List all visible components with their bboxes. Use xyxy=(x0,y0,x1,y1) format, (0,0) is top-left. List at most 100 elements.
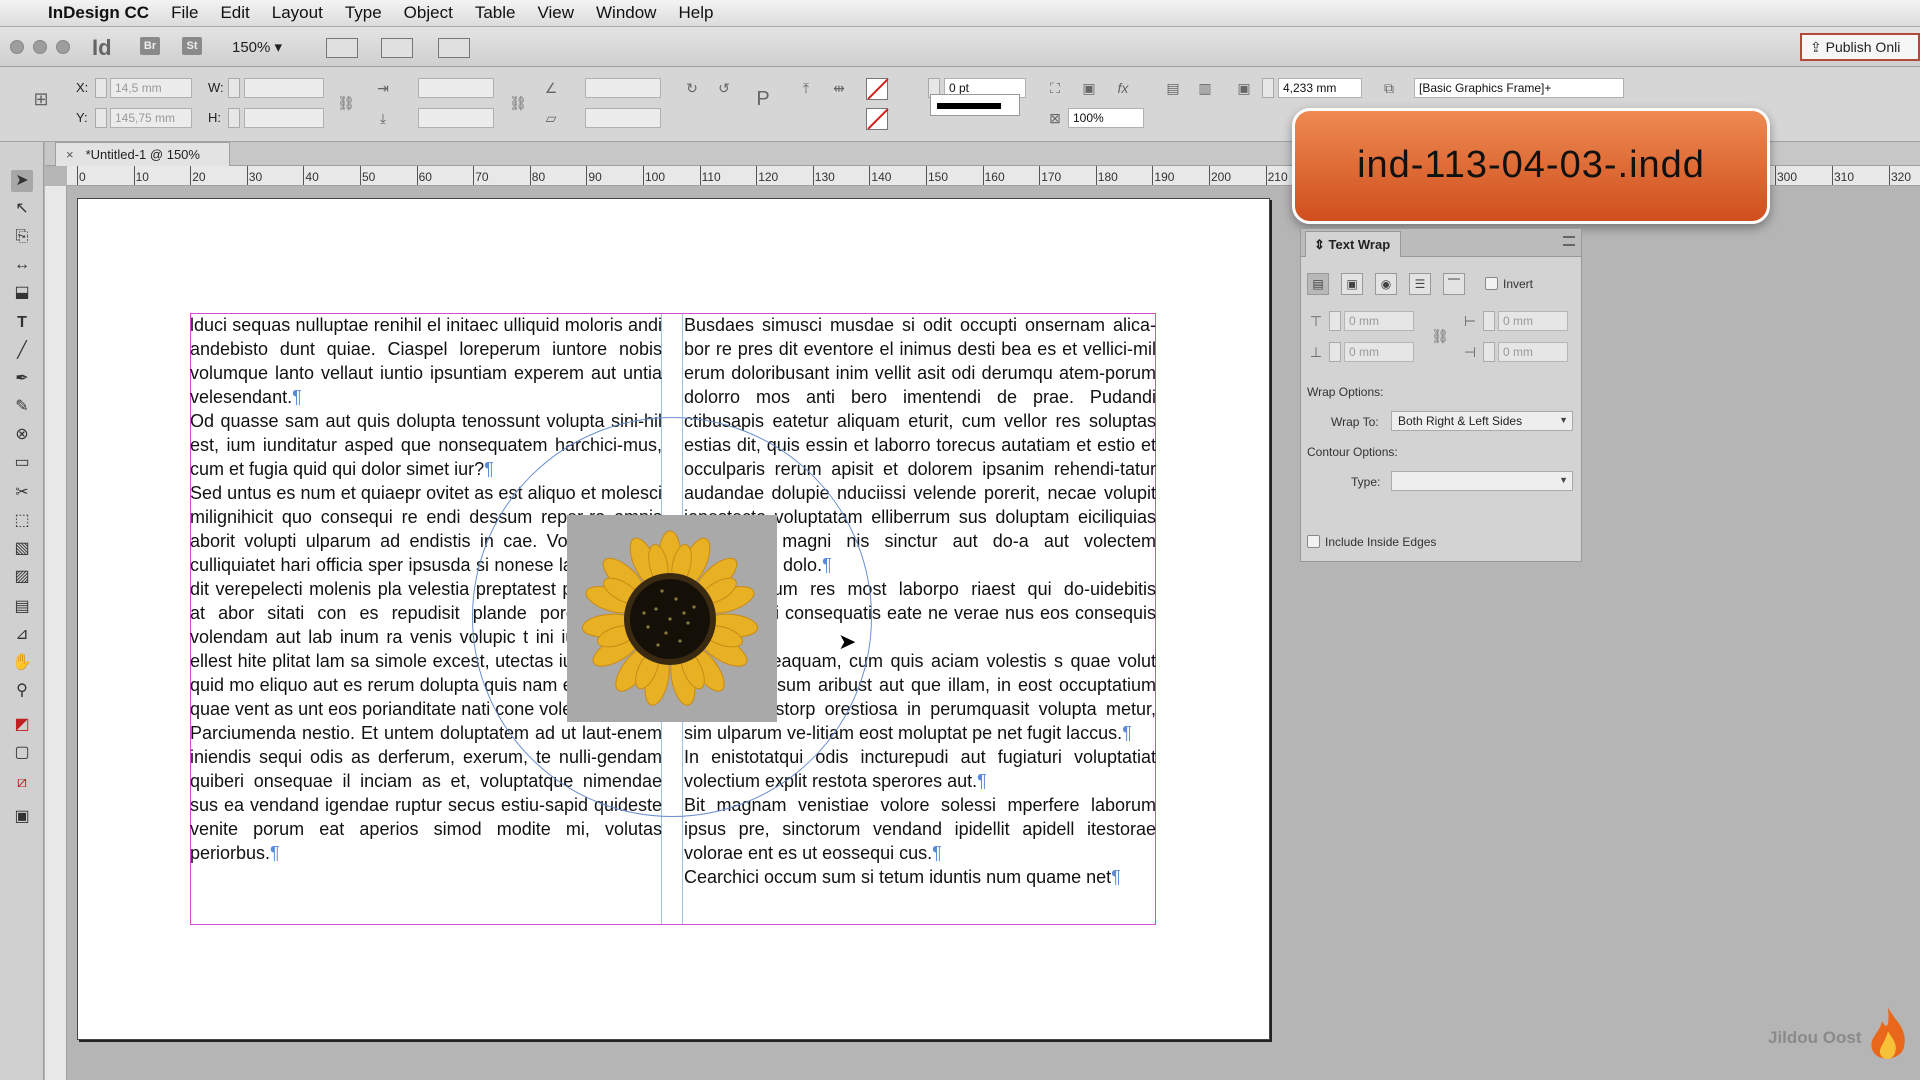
pencil-tool-icon[interactable]: ✎ xyxy=(11,396,33,418)
menu-edit[interactable]: Edit xyxy=(220,3,249,23)
left-offset-stepper[interactable] xyxy=(1483,311,1495,331)
right-offset-stepper[interactable] xyxy=(1483,342,1495,362)
close-window-button[interactable] xyxy=(10,40,24,54)
tab-text-wrap[interactable]: ⇕ Text Wrap xyxy=(1305,231,1401,257)
screen-mode-normal-icon[interactable]: ▣ xyxy=(11,806,33,828)
text-wrap-none-icon[interactable]: ▤ xyxy=(1162,78,1184,98)
fill-stroke-swatch-icon[interactable]: ◩ xyxy=(11,714,33,736)
width-stepper[interactable] xyxy=(228,78,240,98)
frame-fitting-icon[interactable]: ⛶ xyxy=(1044,78,1066,98)
scissors-tool-icon[interactable]: ✂ xyxy=(11,482,33,504)
screen-mode-icon[interactable] xyxy=(381,38,413,58)
arrange-documents-icon[interactable] xyxy=(438,38,470,58)
ruler-tick-label: 310 xyxy=(1831,166,1855,185)
x-position-field[interactable]: 14,5 mm xyxy=(110,78,192,98)
gap-tool-icon[interactable]: ↔ xyxy=(11,254,33,276)
link-scale-icon[interactable]: ⛓ xyxy=(507,93,529,113)
app-name-menu[interactable]: InDesign CC xyxy=(48,3,149,23)
wrap-object-shape-button[interactable]: ◉ xyxy=(1375,273,1397,295)
top-offset-stepper[interactable] xyxy=(1329,311,1341,331)
eyedropper-tool-icon[interactable]: ⊿ xyxy=(11,624,33,646)
rotate-cw-icon[interactable]: ↻ xyxy=(681,78,703,98)
invert-checkbox[interactable] xyxy=(1485,277,1498,290)
type-tool-icon[interactable]: T xyxy=(11,312,33,334)
stroke-type-select[interactable] xyxy=(930,94,1020,116)
left-offset-field[interactable]: 0 mm xyxy=(1498,311,1568,331)
contour-type-select[interactable] xyxy=(1391,471,1573,491)
hand-tool-icon[interactable]: ✋ xyxy=(11,652,33,674)
opacity-field[interactable]: 100% xyxy=(1068,108,1144,128)
gradient-swatch-tool-icon[interactable]: ▧ xyxy=(11,538,33,560)
minimize-window-button[interactable] xyxy=(33,40,47,54)
stock-button[interactable]: St xyxy=(182,37,202,55)
line-tool-icon[interactable]: ╱ xyxy=(11,340,33,362)
scale-x-field[interactable] xyxy=(418,78,494,98)
menu-help[interactable]: Help xyxy=(678,3,713,23)
wrap-to-select[interactable]: Both Right & Left Sides xyxy=(1391,411,1573,431)
select-next-object-icon[interactable]: ⇹ xyxy=(828,78,850,98)
frame-size-field[interactable]: 4,233 mm xyxy=(1278,78,1362,98)
page-tool-icon[interactable]: ⎘ xyxy=(11,226,33,248)
width-field[interactable] xyxy=(244,78,324,98)
scale-y-field[interactable] xyxy=(418,108,494,128)
x-stepper[interactable] xyxy=(95,78,107,98)
apply-none-icon[interactable]: ⧄ xyxy=(11,772,33,794)
publish-online-button[interactable]: ⇪ Publish Onli xyxy=(1800,33,1920,61)
top-offset-field[interactable]: 0 mm xyxy=(1344,311,1414,331)
object-style-select[interactable]: [Basic Graphics Frame]+ xyxy=(1414,78,1624,98)
drop-shadow-icon[interactable]: ▣ xyxy=(1078,78,1100,98)
note-tool-icon[interactable]: ▤ xyxy=(11,596,33,618)
direct-selection-tool-icon[interactable]: ↖ xyxy=(11,198,33,220)
y-position-field[interactable]: 145,75 mm xyxy=(110,108,192,128)
zoom-level-select[interactable]: 150% ▾ xyxy=(232,38,282,56)
menu-object[interactable]: Object xyxy=(404,3,453,23)
bottom-offset-stepper[interactable] xyxy=(1329,342,1341,362)
reference-point-icon[interactable]: ⊞ xyxy=(30,89,52,109)
menu-file[interactable]: File xyxy=(171,3,198,23)
jump-object-button[interactable]: ☰ xyxy=(1409,273,1431,295)
menu-layout[interactable]: Layout xyxy=(272,3,323,23)
wrap-bounding-box-button[interactable]: ▣ xyxy=(1341,273,1363,295)
shear-angle-field[interactable] xyxy=(585,108,661,128)
stroke-swatch[interactable] xyxy=(866,108,888,130)
text-wrap-bounding-icon[interactable]: ▥ xyxy=(1194,78,1216,98)
rectangle-tool-icon[interactable]: ▭ xyxy=(11,452,33,474)
panel-menu-icon[interactable] xyxy=(1563,236,1575,246)
ruler-tick-label: 300 xyxy=(1774,166,1798,185)
bottom-offset-field[interactable]: 0 mm xyxy=(1344,342,1414,362)
w-label: W: xyxy=(208,80,224,95)
constrain-proportions-icon[interactable]: ⛓ xyxy=(335,93,357,113)
close-tab-icon[interactable]: × xyxy=(66,147,74,162)
selection-tool-icon[interactable]: ➤ xyxy=(11,170,33,192)
ellipse-frame-tool-icon[interactable]: ⊗ xyxy=(11,424,33,446)
sunflower-image-frame[interactable] xyxy=(567,515,777,722)
link-offsets-icon[interactable]: ⛓ xyxy=(1429,326,1451,346)
effects-icon[interactable]: fx xyxy=(1112,78,1134,98)
include-inside-edges-checkbox[interactable] xyxy=(1307,535,1320,548)
rotation-angle-field[interactable] xyxy=(585,78,661,98)
pen-tool-icon[interactable]: ✒ xyxy=(11,368,33,390)
free-transform-tool-icon[interactable]: ⬚ xyxy=(11,510,33,532)
content-collector-icon[interactable]: ⬓ xyxy=(11,282,33,304)
rotate-ccw-icon[interactable]: ↺ xyxy=(713,78,735,98)
no-text-wrap-button[interactable]: ▤ xyxy=(1307,273,1329,295)
right-offset-field[interactable]: 0 mm xyxy=(1498,342,1568,362)
frame-size-stepper[interactable] xyxy=(1262,78,1274,98)
y-stepper[interactable] xyxy=(95,108,107,128)
formatting-affects-container-icon[interactable]: ▢ xyxy=(11,742,33,764)
height-field[interactable] xyxy=(244,108,324,128)
jump-next-column-button[interactable]: ⎺ xyxy=(1443,273,1465,295)
menu-window[interactable]: Window xyxy=(596,3,656,23)
fill-swatch[interactable] xyxy=(866,78,888,100)
zoom-tool-icon[interactable]: ⚲ xyxy=(11,680,33,702)
view-options-icon[interactable] xyxy=(326,38,358,58)
gradient-feather-tool-icon[interactable]: ▨ xyxy=(11,566,33,588)
tab-untitled-1[interactable]: × *Untitled-1 @ 150% xyxy=(55,142,230,166)
height-stepper[interactable] xyxy=(228,108,240,128)
select-container-icon[interactable]: ⤒ xyxy=(795,78,817,98)
menu-view[interactable]: View xyxy=(537,3,574,23)
menu-type[interactable]: Type xyxy=(345,3,382,23)
zoom-window-button[interactable] xyxy=(56,40,70,54)
menu-table[interactable]: Table xyxy=(475,3,516,23)
bridge-button[interactable]: Br xyxy=(140,37,160,55)
